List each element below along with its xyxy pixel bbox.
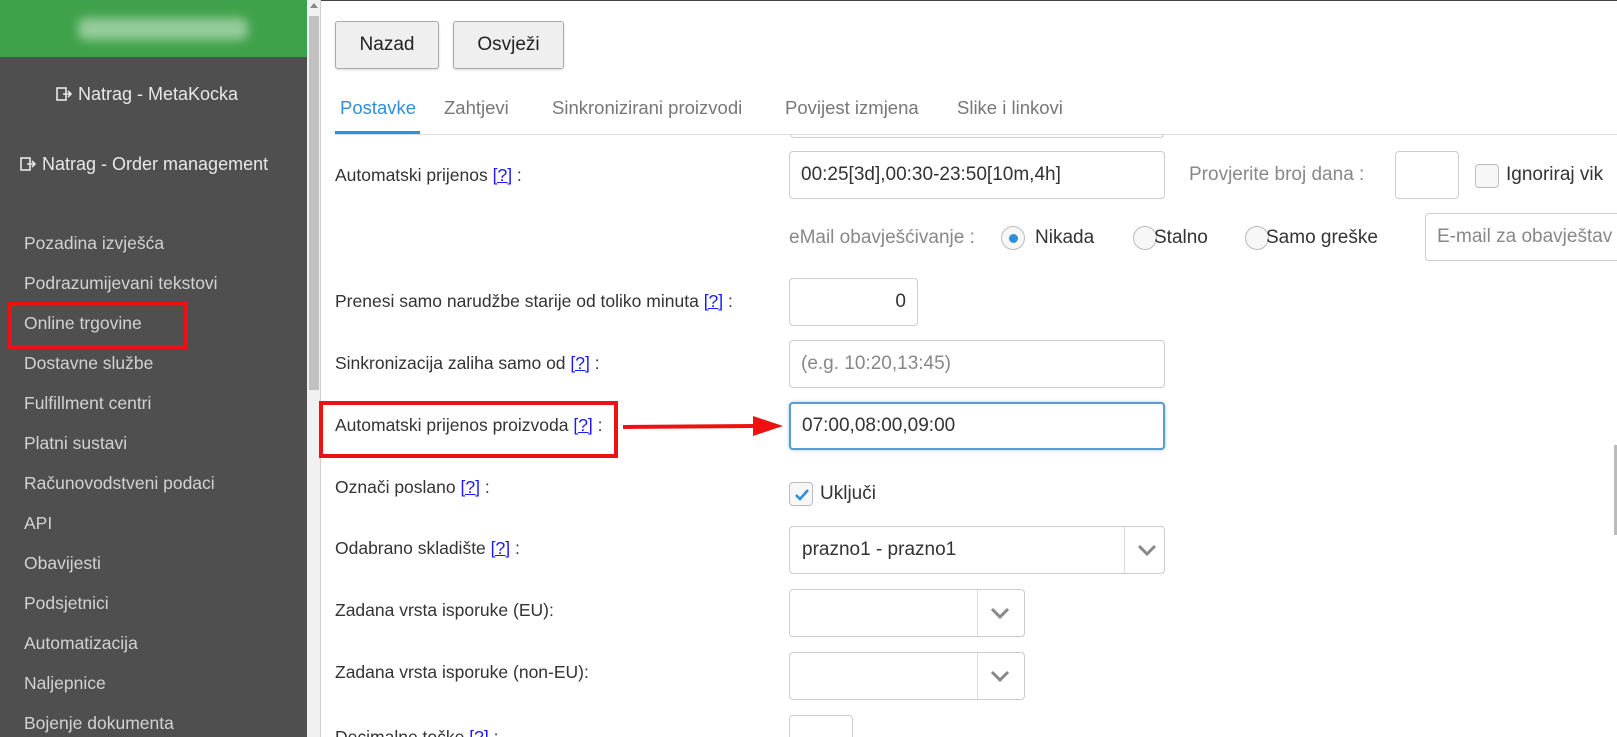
tab-images-links[interactable]: Slike i linkovi [957,97,1063,119]
annotation-arrow-icon [622,416,783,436]
back-metakocka-link[interactable]: Natrag - MetaKocka [56,84,238,105]
notify-email-input[interactable]: E-mail za obavještav [1425,213,1617,261]
email-notify-label: eMail obavješćivanje : [789,227,975,248]
check-icon [795,489,809,501]
partial-input-above [790,134,1164,138]
help-link[interactable]: [?] [491,538,510,558]
chevron-down-icon [1137,544,1157,556]
account-header [0,0,307,57]
back-metakocka-label: Natrag - MetaKocka [78,84,239,104]
sidebar-item-fulfillment-centers[interactable]: Fulfillment centri [24,393,151,414]
auto-transfer-input[interactable]: 00:25[3d],00:30-23:50[10m,4h] [789,151,1165,199]
mark-sent-checkbox[interactable] [789,482,813,506]
refresh-button[interactable]: Osvježi [453,21,564,69]
help-link[interactable]: [?] [704,291,723,311]
chevron-down-icon [990,670,1010,682]
stock-sync-times-input[interactable]: (e.g. 10:20,13:45) [789,340,1165,388]
highlight-box-product-transfer [319,401,618,458]
tab-settings[interactable]: Postavke [340,97,416,119]
sidebar-item-reminders[interactable]: Podsjetnici [24,593,109,614]
tab-bar: Postavke Zahtjevi Sinkronizirani proizvo… [335,87,1617,135]
help-link[interactable]: [?] [570,353,589,373]
warehouse-label-text: Odabrano skladište [335,538,486,558]
warehouse-select-value: prazno1 - prazno1 [802,539,957,560]
mark-sent-label-text: Označi poslano [335,477,456,497]
sidebar-item-report-backgrounds[interactable]: Pozadina izvješća [24,233,164,254]
auto-transfer-label-text: Automatski prijenos [335,165,488,185]
sidebar-item-delivery-services[interactable]: Dostavne službe [24,353,153,374]
tab-synced-products[interactable]: Sinkronizirani proizvodi [552,97,742,119]
sidebar-item-labels[interactable]: Naljepnice [24,673,106,694]
mark-sent-checkbox-label: Uključi [820,483,876,504]
warehouse-label: Odabrano skladište [?] : [335,538,520,558]
sidebar-item-api[interactable]: API [24,513,52,534]
help-link[interactable]: [?] [461,477,480,497]
help-link[interactable]: [?] [469,727,488,737]
sidebar: Natrag - MetaKocka Natrag - Order manage… [0,0,307,737]
sidebar-item-accounting-data[interactable]: Računovodstveni podaci [24,473,215,494]
product-transfer-times-input[interactable]: 07:00,08:00,09:00 [789,402,1165,450]
auto-transfer-label: Automatski prijenos [?] : [335,165,522,185]
main-content: Nazad Osvježi Postavke Zahtjevi Sinkroni… [319,0,1617,737]
scrollbar-thumb[interactable] [309,16,319,390]
active-tab-indicator [335,131,420,134]
sidebar-item-default-texts[interactable]: Podrazumijevani tekstovi [24,273,218,294]
check-days-input[interactable] [1395,151,1459,199]
stock-sync-label: Sinkronizacija zaliha samo od [?] : [335,353,600,373]
tab-requests[interactable]: Zahtjevi [444,97,509,119]
sidebar-scrollbar[interactable] [307,0,321,737]
delivery-eu-select[interactable] [789,589,1025,637]
account-name-blurred [78,18,248,40]
chevron-down-icon [990,607,1010,619]
sign-out-icon [56,87,72,101]
decimal-points-label-text: Decimalne točke [335,727,465,737]
sidebar-item-automation[interactable]: Automatizacija [24,633,138,654]
tab-change-history[interactable]: Povijest izmjena [785,97,919,119]
stock-sync-label-text: Sinkronizacija zaliha samo od [335,353,566,373]
delivery-non-eu-select[interactable] [789,652,1025,700]
delivery-non-eu-label: Zadana vrsta isporuke (non-EU): [335,662,589,682]
sidebar-item-document-coloring[interactable]: Bojenje dokumenta [24,713,174,734]
radio-always-label: Stalno [1154,227,1208,248]
radio-never-label: Nikada [1035,227,1095,248]
decimal-points-label: Decimalne točke [?] : [335,727,498,737]
highlight-box-online-stores [8,302,188,349]
sign-out-icon [20,157,36,171]
sidebar-item-notifications[interactable]: Obavijesti [24,553,101,574]
select-divider [977,590,978,636]
decimal-points-input[interactable] [789,715,853,737]
select-divider [977,653,978,699]
older-than-label: Prenesi samo narudžbe starije od toliko … [335,291,733,311]
ignore-weekend-label: Ignoriraj vik [1506,164,1604,185]
back-button[interactable]: Nazad [335,21,439,69]
sidebar-item-payment-systems[interactable]: Platni sustavi [24,433,127,454]
select-divider [1124,527,1125,573]
older-than-minutes-input[interactable]: 0 [789,278,918,326]
check-days-label: Provjerite broj dana : [1189,164,1365,185]
older-than-label-text: Prenesi samo narudžbe starije od toliko … [335,291,699,311]
back-order-management-link[interactable]: Natrag - Order management [20,154,268,175]
delivery-eu-label: Zadana vrsta isporuke (EU): [335,600,554,620]
help-link[interactable]: [?] [493,165,512,185]
back-order-management-label: Natrag - Order management [42,154,269,174]
scroll-up-arrow-icon[interactable] [310,3,318,8]
ignore-weekend-checkbox[interactable] [1475,164,1499,188]
mark-sent-label: Označi poslano [?] : [335,477,490,497]
radio-errors-only-label: Samo greške [1266,227,1378,248]
radio-never[interactable] [1001,226,1025,250]
warehouse-select[interactable]: prazno1 - prazno1 [789,526,1165,574]
